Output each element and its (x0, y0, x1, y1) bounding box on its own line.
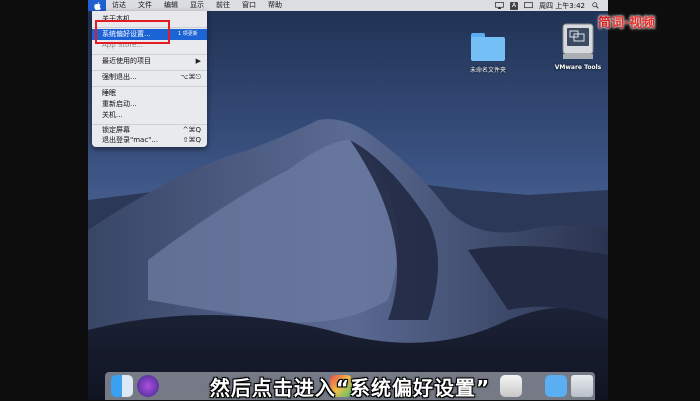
folder-label: 未命名文件夹 (469, 67, 506, 74)
menu-item-shut-down[interactable]: 关机... (92, 110, 207, 121)
menu-item-restart[interactable]: 重新启动... (92, 99, 207, 110)
menu-file[interactable]: 文件 (132, 0, 158, 11)
desktop-folder[interactable]: 未命名文件夹 (463, 33, 513, 74)
menu-finder[interactable]: 访达 (106, 0, 132, 11)
menu-item-log-out[interactable]: 退出登录"mac"... ⇧⌘Q (92, 135, 207, 146)
menu-edit[interactable]: 编辑 (158, 0, 184, 11)
menu-window[interactable]: 窗口 (236, 0, 262, 11)
airplay-icon[interactable] (495, 2, 504, 9)
video-watermark: 简词·视频 (598, 16, 655, 31)
menu-bar: 访达 文件 编辑 显示 前往 窗口 帮助 A 周四 上午3:42 (88, 0, 608, 11)
menu-separator (92, 70, 207, 71)
folder-icon (471, 33, 505, 61)
spotlight-search-icon[interactable] (591, 2, 600, 9)
update-badge: 1 项更新 (178, 31, 198, 37)
display-icon[interactable] (524, 2, 533, 9)
menu-separator (92, 54, 207, 55)
apple-icon (93, 1, 101, 10)
annotation-highlight-box (95, 20, 170, 44)
menu-clock[interactable]: 周四 上午3:42 (539, 1, 585, 11)
menu-item-recent-items[interactable]: 最近使用的项目 ▶ (92, 56, 207, 67)
submenu-arrow-icon: ▶ (195, 57, 201, 65)
apple-menu-button[interactable] (88, 0, 106, 11)
menu-item-sleep[interactable]: 睡眠 (92, 88, 207, 99)
menu-separator (92, 86, 207, 87)
menu-help[interactable]: 帮助 (262, 0, 288, 11)
video-subtitle: 然后点击进入“系统偏好设置” (209, 376, 491, 400)
vmware-label: VMware Tools (554, 64, 602, 71)
desktop-vmware-tools[interactable]: VMware Tools (553, 22, 603, 71)
menu-item-force-quit[interactable]: 强制退出... ⌥⌘⎋ (92, 72, 207, 83)
menu-go[interactable]: 前往 (210, 0, 236, 11)
menu-view[interactable]: 显示 (184, 0, 210, 11)
disk-drive-icon (562, 23, 594, 59)
input-source-indicator[interactable]: A (510, 1, 519, 10)
